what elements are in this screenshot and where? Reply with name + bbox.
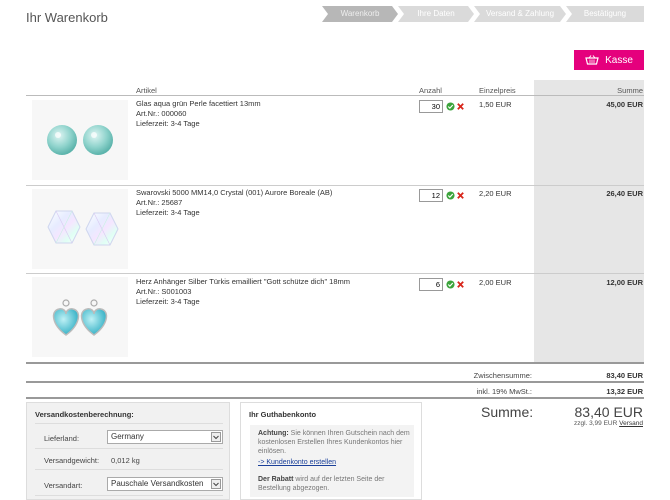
sum-column-background (534, 80, 644, 362)
create-account-link-wrap: -> Kundenkonto erstellen (258, 458, 416, 467)
basket-icon (585, 55, 599, 65)
product-info: Glas aqua grün Perle facettiert 13mm Art… (136, 99, 261, 129)
row-total: 45,00 EUR (606, 100, 643, 109)
zzgl-text: zzgl. 3,99 EUR (573, 420, 620, 427)
separator (35, 469, 223, 470)
row-divider (26, 185, 644, 186)
separator (35, 495, 223, 496)
quantity-input[interactable] (419, 189, 443, 202)
country-value: Germany (111, 432, 144, 441)
method-value: Pauschale Versandkosten (111, 479, 204, 488)
header-divider (26, 95, 644, 96)
unit-price: 2,20 EUR (479, 189, 512, 198)
product-name[interactable]: Glas aqua grün Perle facettiert 13mm (136, 99, 261, 109)
product-info: Swarovski 5000 MM14,0 Crystal (001) Auro… (136, 188, 332, 218)
credit-note: Achtung: Sie können Ihren Gutschein nach… (258, 429, 416, 456)
step-bestaetigung[interactable]: Bestätigung (566, 6, 644, 22)
product-delivery: Lieferzeit: 3-4 Tage (136, 297, 200, 306)
vat-label: inkl. 19% MwSt.: (476, 387, 532, 396)
subtotal-label: Zwischensumme: (473, 371, 532, 380)
country-label: Lieferland: (44, 434, 80, 443)
checkout-button[interactable]: Kasse (574, 50, 644, 70)
credit-account-box: Ihr Guthabenkonto Achtung: Sie können Ih… (240, 402, 422, 500)
quantity-input[interactable] (419, 100, 443, 113)
method-label: Versandart: (44, 481, 83, 490)
note-prefix: Achtung: (258, 430, 289, 437)
step-versand-zahlung[interactable]: Versand & Zahlung (474, 6, 566, 22)
shipping-title: Versandkostenberechnung: (35, 410, 134, 419)
header-article: Artikel (136, 86, 157, 95)
chevron-down-icon (211, 479, 221, 489)
update-check-icon[interactable] (446, 102, 455, 111)
subtotal-divider (26, 381, 644, 383)
delete-x-icon[interactable] (456, 280, 465, 289)
checkout-steps: Warenkorb Ihre Daten Versand & Zahlung B… (322, 6, 644, 22)
shipping-method-select[interactable]: Pauschale Versandkosten (107, 477, 223, 491)
product-name[interactable]: Swarovski 5000 MM14,0 Crystal (001) Auro… (136, 188, 332, 198)
shipping-extra-note: zzgl. 3,99 EUR Versand (574, 420, 643, 427)
page-title: Ihr Warenkorb (26, 10, 108, 25)
weight-label: Versandgewicht: (44, 456, 100, 465)
vat-divider (26, 397, 644, 399)
update-check-icon[interactable] (446, 191, 455, 200)
country-select[interactable]: Germany (107, 430, 223, 444)
step-ihre-daten[interactable]: Ihre Daten (398, 6, 474, 22)
header-unit-price: Einzelpreis (479, 86, 516, 95)
summary-value: 83,40 EUR (574, 404, 643, 420)
create-account-link[interactable]: -> Kundenkonto erstellen (258, 459, 336, 466)
unit-price: 1,50 EUR (479, 100, 512, 109)
quantity-input[interactable] (419, 278, 443, 291)
product-art-nr: Art.Nr.: 25687 (136, 198, 183, 207)
delete-x-icon[interactable] (456, 102, 465, 111)
update-check-icon[interactable] (446, 280, 455, 289)
summary-label: Summe: (481, 404, 534, 420)
row-total: 12,00 EUR (606, 278, 643, 287)
product-info: Herz Anhänger Silber Türkis emailliert "… (136, 277, 350, 307)
subtotal-value: 83,40 EUR (606, 371, 643, 380)
separator (35, 423, 223, 424)
product-image-heart-pendant[interactable] (32, 277, 128, 357)
product-image-swarovski[interactable] (32, 189, 128, 269)
unit-price: 2,00 EUR (479, 278, 512, 287)
chevron-down-icon (211, 432, 221, 442)
product-image-glass-bead[interactable] (32, 100, 128, 180)
product-art-nr: Art.Nr.: S001003 (136, 287, 192, 296)
product-delivery: Lieferzeit: 3-4 Tage (136, 208, 200, 217)
product-art-nr: Art.Nr.: 000060 (136, 109, 187, 118)
table-end-divider (26, 362, 644, 364)
credit-title: Ihr Guthabenkonto (249, 410, 317, 419)
step-warenkorb[interactable]: Warenkorb (322, 6, 398, 22)
weight-value: 0,012 kg (111, 456, 140, 465)
vat-value: 13,32 EUR (606, 387, 643, 396)
rabatt-prefix: Der Rabatt (258, 476, 294, 483)
rabatt-note: Der Rabatt wird auf der letzten Seite de… (258, 475, 416, 493)
delete-x-icon[interactable] (456, 191, 465, 200)
row-divider (26, 273, 644, 274)
shipping-info-link[interactable]: Versand (619, 420, 643, 427)
header-qty: Anzahl (419, 86, 442, 95)
shipping-calculation-box: Versandkostenberechnung: Lieferland: Ger… (26, 402, 230, 500)
product-delivery: Lieferzeit: 3-4 Tage (136, 119, 200, 128)
checkout-button-label: Kasse (605, 54, 633, 66)
separator (35, 448, 223, 449)
product-name[interactable]: Herz Anhänger Silber Türkis emailliert "… (136, 277, 350, 287)
header-sum: Summe (617, 86, 643, 95)
row-total: 26,40 EUR (606, 189, 643, 198)
